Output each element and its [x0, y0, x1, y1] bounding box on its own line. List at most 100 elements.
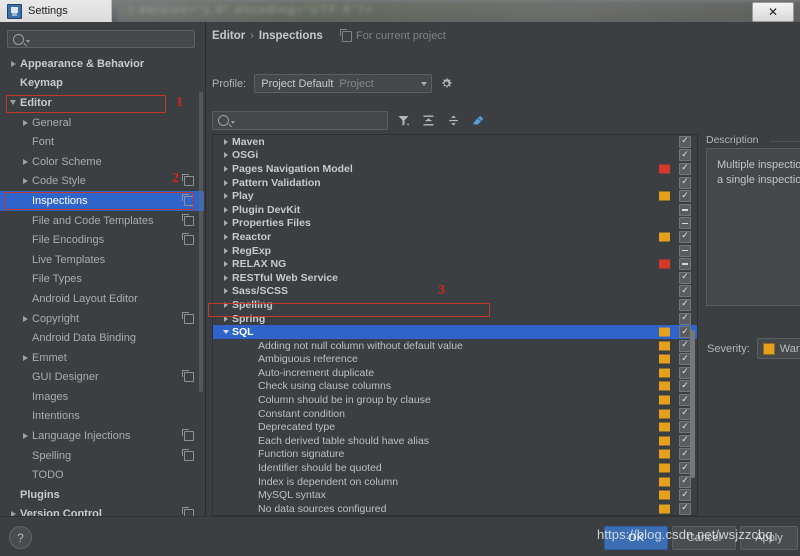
inspection-row[interactable]: MySQL syntax ✓	[213, 488, 697, 502]
inspection-row[interactable]: Spring ✓	[213, 312, 697, 326]
inspection-row[interactable]: Index is dependent on column ✓	[213, 475, 697, 489]
sidebar-item-file-types[interactable]: File Types	[0, 270, 204, 290]
inspection-row[interactable]: Identifier should be quoted ✓	[213, 461, 697, 475]
inspection-row[interactable]: Pattern Validation ✓	[213, 176, 697, 190]
inspection-checkbox[interactable]: ✓	[679, 190, 691, 203]
inspection-row[interactable]: Check using clause columns ✓	[213, 380, 697, 394]
sidebar-item-keymap[interactable]: Keymap	[0, 74, 204, 94]
sidebar-item-file-and-code-templates[interactable]: File and Code Templates	[0, 211, 204, 231]
inspection-checkbox[interactable]: ✓	[679, 230, 691, 243]
inspection-row[interactable]: Ambiguous reference ✓	[213, 353, 697, 367]
filter-icon[interactable]	[393, 111, 413, 130]
expand-all-icon[interactable]	[418, 111, 438, 130]
chevron-right-icon[interactable]	[219, 138, 232, 145]
sidebar-item-copyright[interactable]: Copyright	[0, 309, 204, 329]
chevron-right-icon[interactable]	[18, 354, 32, 361]
sidebar-item-color-scheme[interactable]: Color Scheme	[0, 152, 204, 172]
inspection-checkbox[interactable]: ✓	[679, 162, 691, 175]
severity-select[interactable]: Warning	[756, 338, 800, 359]
inspection-row[interactable]: Adding not null column without default v…	[213, 339, 697, 353]
sidebar-item-android-layout-editor[interactable]: Android Layout Editor	[0, 289, 204, 309]
inspection-row[interactable]: Constant condition ✓	[213, 407, 697, 421]
sidebar-item-version-control[interactable]: Version Control	[0, 505, 204, 516]
sidebar-item-plugins[interactable]: Plugins	[0, 485, 204, 505]
inspections-scrollbar[interactable]	[690, 330, 695, 478]
sidebar-item-language-injections[interactable]: Language Injections	[0, 426, 204, 446]
inspection-checkbox[interactable]: ✓	[679, 312, 691, 325]
inspection-row[interactable]: No data sources configured ✓	[213, 502, 697, 515]
chevron-down-icon[interactable]	[6, 100, 20, 106]
sidebar-item-gui-designer[interactable]: GUI Designer	[0, 368, 204, 388]
inspection-checkbox[interactable]: ✓	[679, 285, 691, 298]
sidebar-item-intentions[interactable]: Intentions	[0, 407, 204, 427]
chevron-right-icon[interactable]	[219, 165, 232, 172]
inspection-row[interactable]: Deprecated type ✓	[213, 420, 697, 434]
sidebar-item-file-encodings[interactable]: File Encodings	[0, 230, 204, 250]
chevron-right-icon[interactable]	[219, 179, 232, 186]
sidebar-item-spelling[interactable]: Spelling	[0, 446, 204, 466]
chevron-right-icon[interactable]	[219, 315, 232, 322]
chevron-right-icon[interactable]	[219, 206, 232, 213]
inspection-checkbox[interactable]	[679, 217, 691, 230]
reset-eraser-icon[interactable]	[468, 111, 488, 130]
sidebar-item-font[interactable]: Font	[0, 132, 204, 152]
chevron-right-icon[interactable]	[18, 178, 32, 185]
profile-select[interactable]: Project Default Project	[254, 74, 433, 93]
inspection-row[interactable]: Pages Navigation Model ✓	[213, 162, 697, 176]
inspection-checkbox[interactable]: ✓	[679, 298, 691, 311]
chevron-right-icon[interactable]	[219, 193, 232, 200]
gear-icon[interactable]	[440, 77, 453, 90]
inspection-row[interactable]: RESTful Web Service ✓	[213, 271, 697, 285]
cancel-button[interactable]: Cancel	[672, 526, 736, 550]
sidebar-item-general[interactable]: General	[0, 113, 204, 133]
chevron-right-icon[interactable]	[18, 433, 32, 440]
sidebar-tree[interactable]: Appearance & Behavior Keymap Editor General…	[0, 54, 204, 516]
inspection-checkbox[interactable]: ✓	[679, 502, 691, 515]
inspection-row[interactable]: Spelling ✓	[213, 298, 697, 312]
sidebar-item-appearance-behavior[interactable]: Appearance & Behavior	[0, 54, 204, 74]
inspection-row[interactable]: Reactor ✓	[213, 230, 697, 244]
chevron-right-icon[interactable]	[219, 152, 232, 159]
inspection-row[interactable]: RegExp	[213, 244, 697, 258]
breadcrumb-root[interactable]: Editor	[212, 30, 245, 42]
inspection-row[interactable]: OSGi ✓	[213, 149, 697, 163]
sidebar-scrollbar[interactable]	[199, 92, 203, 392]
chevron-right-icon[interactable]	[18, 119, 32, 126]
inspection-row[interactable]: SQL ✓	[213, 325, 697, 339]
sidebar-item-todo[interactable]: TODO	[0, 465, 204, 485]
sidebar-item-editor[interactable]: Editor	[0, 93, 204, 113]
sidebar-item-inspections[interactable]: Inspections	[0, 191, 204, 211]
inspection-checkbox[interactable]	[679, 258, 691, 271]
inspection-row[interactable]: Sass/SCSS ✓	[213, 285, 697, 299]
chevron-right-icon[interactable]	[6, 60, 20, 67]
sidebar-item-live-templates[interactable]: Live Templates	[0, 250, 204, 270]
close-icon[interactable]: ✕	[752, 2, 794, 22]
inspections-tree[interactable]: Maven ✓ OSGi ✓ Pages Navigation Model ✓ Patter…	[213, 135, 697, 515]
inspection-row[interactable]: Properties Files	[213, 217, 697, 231]
inspection-checkbox[interactable]: ✓	[679, 149, 691, 162]
collapse-all-icon[interactable]	[443, 111, 463, 130]
sidebar-search-input[interactable]	[7, 30, 195, 48]
inspection-row[interactable]: RELAX NG	[213, 257, 697, 271]
inspection-checkbox[interactable]: ✓	[679, 176, 691, 189]
ok-button[interactable]: OK	[604, 526, 668, 550]
inspection-row[interactable]: Play ✓	[213, 189, 697, 203]
chevron-right-icon[interactable]	[219, 288, 232, 295]
inspection-checkbox[interactable]: ✓	[679, 271, 691, 284]
inspection-row[interactable]: Plugin DevKit	[213, 203, 697, 217]
chevron-right-icon[interactable]	[18, 158, 32, 165]
inspection-checkbox[interactable]	[679, 203, 691, 216]
sidebar-item-images[interactable]: Images	[0, 387, 204, 407]
inspection-checkbox[interactable]	[679, 244, 691, 257]
inspections-search-input[interactable]	[212, 110, 388, 130]
chevron-right-icon[interactable]	[219, 261, 232, 268]
chevron-down-icon[interactable]	[219, 330, 232, 335]
chevron-right-icon[interactable]	[219, 233, 232, 240]
chevron-right-icon[interactable]	[219, 274, 232, 281]
help-button[interactable]: ?	[9, 526, 32, 549]
inspection-row[interactable]: Column should be in group by clause ✓	[213, 393, 697, 407]
sidebar-item-android-data-binding[interactable]: Android Data Binding	[0, 328, 204, 348]
chevron-right-icon[interactable]	[18, 315, 32, 322]
inspection-row[interactable]: Auto-increment duplicate ✓	[213, 366, 697, 380]
sidebar-item-emmet[interactable]: Emmet	[0, 348, 204, 368]
